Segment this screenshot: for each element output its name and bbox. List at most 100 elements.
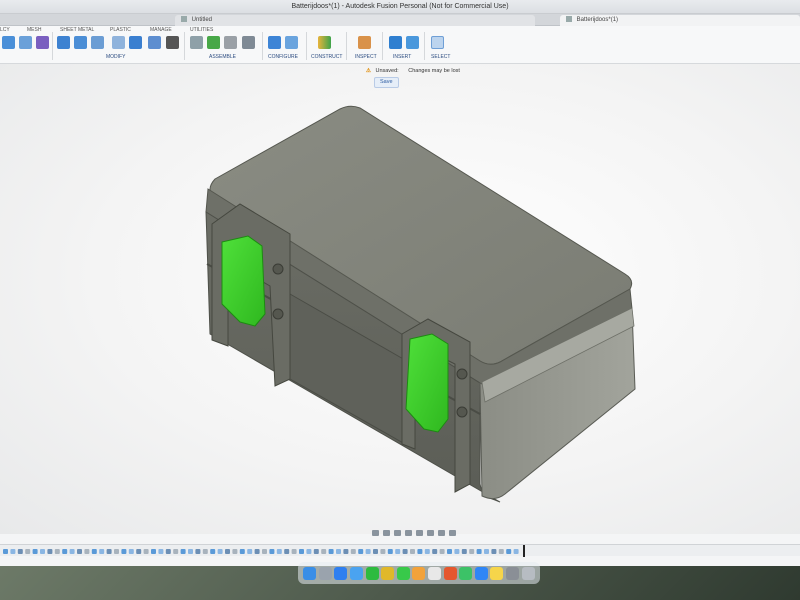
timeline-feature[interactable]	[343, 549, 349, 554]
timeline-feature[interactable]	[17, 549, 23, 554]
timeline-feature[interactable]	[276, 549, 282, 554]
timeline-feature[interactable]	[62, 549, 68, 554]
insert-image-icon[interactable]	[406, 36, 419, 49]
timeline-feature[interactable]	[10, 549, 16, 554]
form-tool-icon[interactable]	[36, 36, 49, 49]
timeline-feature[interactable]	[247, 549, 253, 554]
group-label-configure[interactable]: CONFIGURE	[268, 54, 298, 60]
timeline-feature[interactable]	[188, 549, 193, 554]
tab-batterijdoos[interactable]: Batterijdoos*(1)	[560, 15, 800, 26]
orbit-icon[interactable]	[372, 529, 379, 536]
timeline-feature[interactable]	[387, 549, 393, 554]
fit-icon[interactable]	[416, 529, 423, 536]
timeline-feature[interactable]	[350, 549, 356, 554]
photos-icon[interactable]	[412, 566, 426, 580]
viewports-icon[interactable]	[449, 529, 456, 536]
workspace-tab-mesh[interactable]: MESH	[27, 27, 41, 33]
timeline-feature[interactable]	[513, 549, 519, 554]
timeline-feature[interactable]	[498, 549, 504, 554]
timeline-marker[interactable]	[523, 545, 525, 557]
insert-derive-icon[interactable]	[389, 36, 402, 49]
finder-icon[interactable]	[303, 566, 317, 580]
timeline-feature[interactable]	[439, 549, 445, 554]
look-at-icon[interactable]	[383, 529, 390, 536]
timeline-feature[interactable]	[306, 549, 312, 554]
timeline-feature[interactable]	[402, 549, 408, 554]
timeline-feature[interactable]	[232, 549, 238, 554]
group-label-modify[interactable]: MODIFY	[106, 54, 125, 60]
timeline-feature[interactable]	[328, 549, 334, 554]
group-label-insert[interactable]: INSERT	[393, 54, 411, 60]
parameters-icon[interactable]	[268, 36, 281, 49]
timeline-feature[interactable]	[506, 549, 512, 554]
pan-icon[interactable]	[394, 529, 401, 536]
move-icon[interactable]	[166, 36, 179, 49]
timeline-feature[interactable]	[151, 549, 156, 554]
scale-icon[interactable]	[148, 36, 161, 49]
timeline-feature[interactable]	[417, 549, 423, 554]
workspace-tab-solid[interactable]: LCY	[0, 27, 10, 33]
timeline-feature[interactable]	[291, 549, 297, 554]
timeline-feature[interactable]	[225, 549, 230, 554]
combine-icon[interactable]	[129, 36, 142, 49]
appstore-icon[interactable]	[474, 566, 488, 580]
timeline-feature[interactable]	[173, 549, 179, 554]
timeline-feature[interactable]	[217, 549, 223, 554]
timeline-feature[interactable]	[254, 549, 260, 554]
group-label-assemble[interactable]: ASSEMBLE	[209, 54, 236, 60]
timeline-feature[interactable]	[365, 549, 371, 554]
timeline-feature[interactable]	[476, 549, 482, 554]
timeline-feature[interactable]	[32, 549, 38, 554]
timeline-feature[interactable]	[25, 549, 31, 554]
whatsapp-icon[interactable]	[365, 566, 379, 580]
timeline-feature[interactable]	[454, 549, 460, 554]
timeline-feature[interactable]	[299, 549, 304, 554]
timeline-feature[interactable]	[77, 549, 82, 554]
timeline-feature[interactable]	[395, 549, 401, 554]
timeline-feature[interactable]	[54, 549, 60, 554]
workspace-tab-sheet-metal[interactable]: SHEET METAL	[60, 27, 94, 33]
timeline-feature[interactable]	[358, 549, 364, 554]
timeline-feature[interactable]	[336, 549, 341, 554]
mail-icon[interactable]	[350, 566, 364, 580]
group-label-select[interactable]: SELECT	[431, 54, 450, 60]
create-sketch-icon[interactable]	[2, 36, 15, 49]
timeline-features[interactable]	[0, 546, 800, 558]
press-pull-icon[interactable]	[57, 36, 70, 49]
timeline-feature[interactable]	[321, 549, 327, 554]
fusion-icon[interactable]	[443, 566, 457, 580]
timeline-feature[interactable]	[99, 549, 105, 554]
timeline-feature[interactable]	[210, 549, 216, 554]
timeline-feature[interactable]	[158, 549, 164, 554]
workspace-tab-plastic[interactable]: PLASTIC	[110, 27, 131, 33]
configure-table-icon[interactable]	[285, 36, 298, 49]
battery-box-model[interactable]	[0, 64, 800, 534]
joint-icon[interactable]	[190, 36, 203, 49]
offset-plane-icon[interactable]	[318, 36, 331, 49]
chamfer-icon[interactable]	[91, 36, 104, 49]
timeline-feature[interactable]	[121, 549, 127, 554]
measure-icon[interactable]	[358, 36, 371, 49]
timeline-feature[interactable]	[195, 549, 201, 554]
new-component-icon[interactable]	[207, 36, 220, 49]
chrome-icon[interactable]	[381, 566, 395, 580]
grid-settings-icon[interactable]	[438, 529, 445, 536]
sketch-tool-icon[interactable]	[19, 36, 32, 49]
shell-icon[interactable]	[112, 36, 125, 49]
select-icon[interactable]	[431, 36, 444, 49]
motion-link-icon[interactable]	[242, 36, 255, 49]
timeline-feature[interactable]	[469, 549, 475, 554]
settings-icon[interactable]	[506, 566, 520, 580]
workspace-tab-utilities[interactable]: UTILITIES	[190, 27, 213, 33]
tab-untitled[interactable]: Untitled	[175, 15, 535, 26]
timeline-feature[interactable]	[269, 549, 275, 554]
timeline-feature[interactable]	[313, 549, 319, 554]
timeline-feature[interactable]	[484, 549, 489, 554]
timeline-feature[interactable]	[284, 549, 290, 554]
timeline-feature[interactable]	[262, 549, 267, 554]
timeline-feature[interactable]	[491, 549, 497, 554]
timeline-feature[interactable]	[447, 549, 452, 554]
group-label-construct[interactable]: CONSTRUCT	[311, 54, 342, 60]
timeline-feature[interactable]	[128, 549, 134, 554]
facetime-icon[interactable]	[459, 566, 473, 580]
